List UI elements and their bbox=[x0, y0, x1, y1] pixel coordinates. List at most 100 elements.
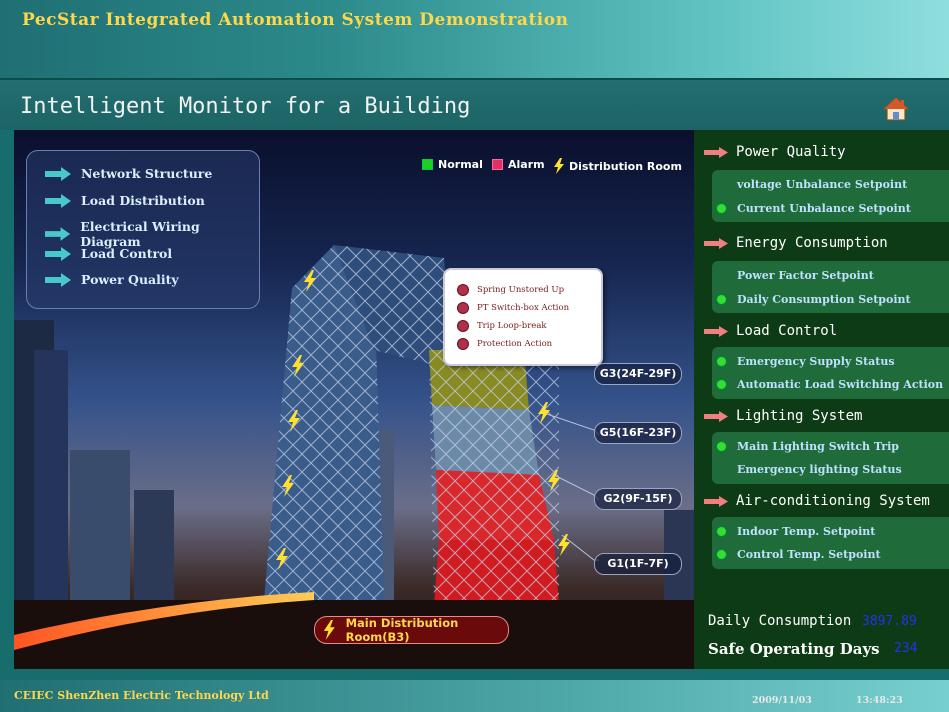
distribution-room-bolt-icon[interactable] bbox=[292, 355, 304, 377]
floor-label-g5[interactable]: G5(16F-23F) bbox=[594, 422, 682, 444]
legend-distribution-room: Distribution Room bbox=[554, 158, 682, 174]
floor-label-g2[interactable]: G2(9F-15F) bbox=[594, 488, 682, 510]
legend-alarm-label: Alarm bbox=[508, 158, 545, 171]
alarm-indicator-icon bbox=[492, 159, 503, 170]
category-lighting-system[interactable]: Lighting System bbox=[704, 408, 862, 424]
legend-distribution-label: Distribution Room bbox=[569, 159, 682, 173]
setting-control-temp[interactable]: Control Temp. Setpoint bbox=[716, 548, 881, 561]
category-label: Power Quality bbox=[736, 144, 846, 160]
company-name: CEIEC ShenZhen Electric Technology Ltd bbox=[14, 689, 269, 702]
popup-item: Trip Loop-break bbox=[457, 320, 547, 332]
setting-label: Control Temp. Setpoint bbox=[737, 548, 881, 561]
setting-label: Current Unbalance Setpoint bbox=[737, 202, 911, 215]
nav-load-distribution[interactable]: Load Distribution bbox=[45, 193, 205, 208]
setting-power-factor[interactable]: Power Factor Setpoint bbox=[737, 269, 874, 282]
distribution-room-bolt-icon[interactable] bbox=[538, 402, 550, 424]
nav-label: Load Distribution bbox=[81, 193, 205, 208]
category-items-panel: Power Factor Setpoint Daily Consumption … bbox=[712, 261, 949, 313]
date-display: 2009/11/03 bbox=[752, 695, 812, 706]
floor-label-g1[interactable]: G1(1F-7F) bbox=[594, 553, 682, 575]
floor-label-g3[interactable]: G3(24F-29F) bbox=[594, 363, 682, 385]
distribution-room-bolt-icon[interactable] bbox=[304, 270, 316, 292]
normal-indicator-icon bbox=[422, 159, 433, 170]
setting-automatic-load-switching[interactable]: Automatic Load Switching Action bbox=[716, 378, 943, 391]
arrow-right-icon bbox=[45, 272, 71, 287]
category-items-panel: Emergency Supply Status Automatic Load S… bbox=[712, 347, 949, 399]
setting-label: Power Factor Setpoint bbox=[737, 269, 874, 282]
popup-item-label: Spring Unstored Up bbox=[477, 285, 565, 295]
category-label: Lighting System bbox=[736, 408, 863, 424]
arrow-right-icon bbox=[704, 237, 728, 249]
popup-item-label: PT Switch-box Action bbox=[477, 303, 570, 313]
status-led-icon bbox=[457, 320, 469, 332]
safe-operating-days-value: 234 bbox=[894, 641, 918, 656]
legend-normal-label: Normal bbox=[438, 158, 483, 171]
distribution-room-bolt-icon[interactable] bbox=[558, 534, 570, 556]
distribution-room-bolt-icon[interactable] bbox=[288, 410, 300, 432]
main-room-label: Main Distribution Room(B3) bbox=[345, 616, 459, 644]
nav-load-control[interactable]: Load Control bbox=[45, 246, 172, 261]
app-title: PecStar Integrated Automation System Dem… bbox=[22, 10, 569, 30]
arrow-right-icon bbox=[704, 495, 728, 507]
arrow-right-icon bbox=[45, 193, 71, 208]
daily-consumption-label: Daily Consumption bbox=[708, 613, 852, 629]
category-energy-consumption[interactable]: Energy Consumption bbox=[704, 235, 888, 251]
monitor-panel: Power Quality voltage Unbalance Setpoint… bbox=[694, 130, 949, 669]
lightning-icon bbox=[323, 620, 335, 640]
normal-indicator-icon bbox=[716, 379, 727, 390]
setting-indoor-temp[interactable]: Indoor Temp. Setpoint bbox=[716, 525, 875, 538]
popup-item: Spring Unstored Up bbox=[457, 284, 564, 296]
category-items-panel: Indoor Temp. Setpoint Control Temp. Setp… bbox=[712, 517, 949, 569]
arrow-right-icon bbox=[45, 166, 71, 181]
setting-label: Emergency Supply Status bbox=[737, 355, 895, 368]
time-display: 13:48:23 bbox=[856, 695, 903, 706]
setting-label: Main Lighting Switch Trip bbox=[737, 440, 899, 453]
popup-item-label: Trip Loop-break bbox=[477, 321, 547, 331]
nav-label: Electrical Wiring Diagram bbox=[80, 219, 200, 249]
normal-indicator-icon bbox=[716, 526, 727, 537]
nav-electrical-wiring-diagram[interactable]: Electrical Wiring Diagram bbox=[45, 219, 259, 249]
setting-voltage-unbalance[interactable]: voltage Unbalance Setpoint bbox=[737, 178, 907, 191]
nav-label: Load Control bbox=[81, 246, 173, 261]
page-title: Intelligent Monitor for a Building bbox=[20, 94, 471, 119]
category-label: Load Control bbox=[736, 323, 838, 339]
home-icon[interactable] bbox=[882, 96, 910, 122]
category-power-quality[interactable]: Power Quality bbox=[704, 144, 846, 160]
category-air-conditioning[interactable]: Air-conditioning System bbox=[704, 493, 930, 509]
setting-current-unbalance[interactable]: Current Unbalance Setpoint bbox=[716, 202, 911, 215]
category-load-control[interactable]: Load Control bbox=[704, 323, 837, 339]
nav-label: Power Quality bbox=[81, 272, 179, 287]
setting-emergency-lighting[interactable]: Emergency lighting Status bbox=[737, 463, 902, 476]
setting-main-lighting-switch[interactable]: Main Lighting Switch Trip bbox=[716, 440, 899, 453]
setting-emergency-supply[interactable]: Emergency Supply Status bbox=[716, 355, 895, 368]
setting-label: Automatic Load Switching Action bbox=[737, 378, 944, 391]
status-led-icon bbox=[457, 284, 469, 296]
arrow-right-icon bbox=[704, 325, 728, 337]
arrow-right-icon bbox=[704, 146, 728, 158]
arrow-right-icon bbox=[45, 246, 71, 261]
distribution-room-bolt-icon[interactable] bbox=[548, 470, 560, 492]
category-label: Energy Consumption bbox=[736, 235, 888, 251]
popup-item-label: Protection Action bbox=[477, 339, 553, 349]
status-popup: Spring Unstored Up PT Switch-box Action … bbox=[443, 268, 603, 366]
setting-daily-consumption[interactable]: Daily Consumption Setpoint bbox=[716, 293, 911, 306]
main-distribution-room-button[interactable]: Main Distribution Room(B3) bbox=[314, 616, 509, 644]
nav-label: Network Structure bbox=[81, 166, 213, 181]
setting-label: Indoor Temp. Setpoint bbox=[737, 525, 876, 538]
arrow-right-icon bbox=[704, 410, 728, 422]
nav-power-quality[interactable]: Power Quality bbox=[45, 272, 179, 287]
distribution-room-bolt-icon[interactable] bbox=[276, 548, 288, 570]
lightning-icon bbox=[554, 158, 564, 174]
setting-label: voltage Unbalance Setpoint bbox=[737, 178, 908, 191]
distribution-room-bolt-icon[interactable] bbox=[282, 475, 294, 497]
popup-item: PT Switch-box Action bbox=[457, 302, 569, 314]
category-items-panel: Main Lighting Switch Trip Emergency ligh… bbox=[712, 432, 949, 484]
setting-label: Emergency lighting Status bbox=[737, 463, 902, 476]
building-scene: Network Structure Load Distribution Elec… bbox=[14, 130, 694, 669]
daily-consumption-value: 3897.89 bbox=[862, 614, 917, 629]
normal-indicator-icon bbox=[716, 549, 727, 560]
setting-label: Daily Consumption Setpoint bbox=[737, 293, 911, 306]
nav-network-structure[interactable]: Network Structure bbox=[45, 166, 212, 181]
arrow-right-icon bbox=[45, 227, 71, 241]
category-label: Air-conditioning System bbox=[736, 493, 930, 509]
